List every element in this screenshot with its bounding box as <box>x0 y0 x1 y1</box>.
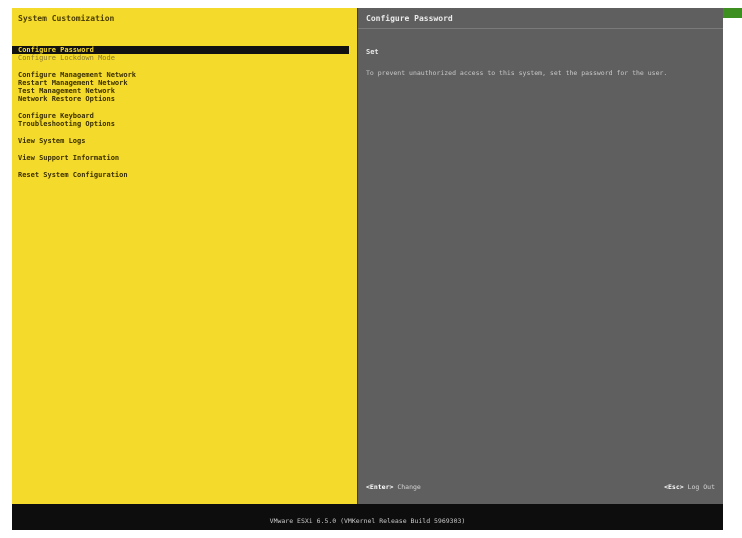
esc-logout-hint[interactable]: <Esc> Log Out <box>664 483 715 491</box>
menu-item-configure-management-network[interactable]: Configure Management Network <box>12 71 349 79</box>
enter-key-label: <Enter> <box>366 483 394 491</box>
esc-key-label: <Esc> <box>664 483 684 491</box>
menu-gap <box>12 103 357 112</box>
right-panel-title: Configure Password <box>366 14 453 23</box>
menu-item-configure-lockdown-mode[interactable]: Configure Lockdown Mode <box>12 54 349 62</box>
title-divider <box>358 28 723 29</box>
menu-item-network-restore-options[interactable]: Network Restore Options <box>12 95 349 103</box>
left-panel: System Customization Configure Password C… <box>12 8 357 504</box>
menu-item-reset-system-configuration[interactable]: Reset System Configuration <box>12 171 349 179</box>
password-description: To prevent unauthorized access to this s… <box>366 69 668 77</box>
menu-item-troubleshooting-options[interactable]: Troubleshooting Options <box>12 120 349 128</box>
menu-gap <box>12 128 357 137</box>
left-panel-title: System Customization <box>18 14 115 23</box>
menu-item-configure-keyboard[interactable]: Configure Keyboard <box>12 112 349 120</box>
menu-item-view-system-logs[interactable]: View System Logs <box>12 137 349 145</box>
enter-action-label: Change <box>397 483 421 491</box>
menu-item-configure-password[interactable]: Configure Password <box>12 46 349 54</box>
menu-item-test-management-network[interactable]: Test Management Network <box>12 87 349 95</box>
esc-action-label: Log Out <box>687 483 715 491</box>
right-panel: Configure Password Set To prevent unauth… <box>357 8 723 504</box>
password-status: Set <box>366 48 379 56</box>
menu-gap <box>12 62 357 71</box>
menu-item-restart-management-network[interactable]: Restart Management Network <box>12 79 349 87</box>
version-status-bar: VMware ESXi 6.5.0 (VMKernel Release Buil… <box>12 504 723 530</box>
customization-menu: Configure Password Configure Lockdown Mod… <box>12 46 357 179</box>
menu-gap <box>12 145 357 154</box>
menu-gap <box>12 162 357 171</box>
enter-change-hint[interactable]: <Enter> Change <box>366 483 421 491</box>
menu-item-view-support-information[interactable]: View Support Information <box>12 154 349 162</box>
esxi-console-window: System Customization Configure Password C… <box>12 8 723 530</box>
